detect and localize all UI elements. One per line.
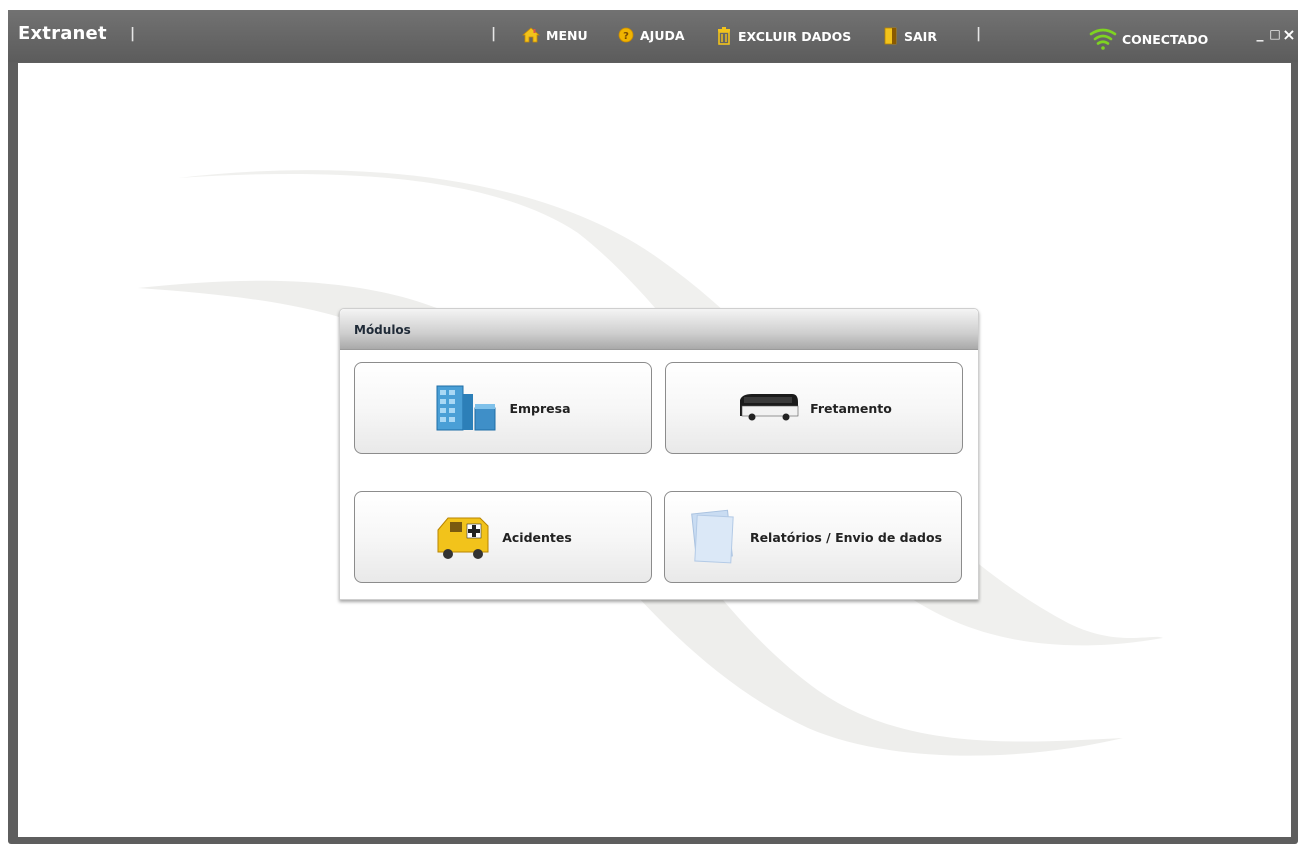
maximize-button[interactable]: □ (1268, 26, 1282, 42)
connection-status: CONECTADO (1088, 27, 1208, 51)
main-content: Módulos Empresa Fretamento Acidentes Rel… (18, 63, 1291, 837)
module-label: Fretamento (810, 400, 892, 416)
modules-panel: Módulos Empresa Fretamento Acidentes Rel… (339, 308, 979, 600)
minimize-button[interactable]: _ (1253, 26, 1267, 42)
delete-data-label: EXCLUIR DADOS (738, 28, 852, 44)
module-relatorios-button[interactable]: Relatórios / Envio de dados (664, 491, 962, 583)
wifi-signal-icon (1089, 28, 1117, 50)
module-label: Acidentes (502, 529, 572, 545)
ambulance-icon (437, 517, 489, 559)
home-icon (522, 27, 540, 43)
door-icon (884, 27, 897, 45)
separator: | (976, 26, 982, 42)
exit-button[interactable]: SAIR (884, 27, 937, 45)
module-label: Empresa (509, 400, 571, 416)
module-label: Relatórios / Envio de dados (749, 529, 943, 545)
help-icon: ? (618, 27, 634, 43)
svg-text:?: ? (623, 31, 629, 42)
menu-label: MENU (546, 27, 588, 43)
help-label: AJUDA (640, 27, 685, 43)
panel-header: Módulos (340, 309, 978, 350)
status-label: CONECTADO (1122, 31, 1209, 47)
exit-label: SAIR (904, 28, 937, 44)
module-acidentes-button[interactable]: Acidentes (354, 491, 652, 583)
bus-icon (740, 394, 799, 421)
delete-data-button[interactable]: EXCLUIR DADOS (716, 27, 851, 45)
panel-title: Módulos (354, 323, 411, 337)
module-empresa-button[interactable]: Empresa (354, 362, 652, 454)
trash-icon (718, 27, 730, 45)
menu-button[interactable]: MENU (522, 27, 588, 43)
app-title: Extranet (18, 23, 107, 44)
app-window: Extranet | | MENU ? AJUDA EXCLUIR DADOS … (8, 10, 1298, 844)
separator: | (130, 26, 136, 42)
close-button[interactable]: × (1282, 25, 1296, 44)
building-icon (436, 385, 496, 431)
help-button[interactable]: ? AJUDA (618, 27, 685, 43)
title-bar: Extranet | | MENU ? AJUDA EXCLUIR DADOS … (8, 10, 1298, 62)
documents-icon (691, 509, 734, 564)
separator: | (491, 26, 497, 42)
module-fretamento-button[interactable]: Fretamento (665, 362, 963, 454)
